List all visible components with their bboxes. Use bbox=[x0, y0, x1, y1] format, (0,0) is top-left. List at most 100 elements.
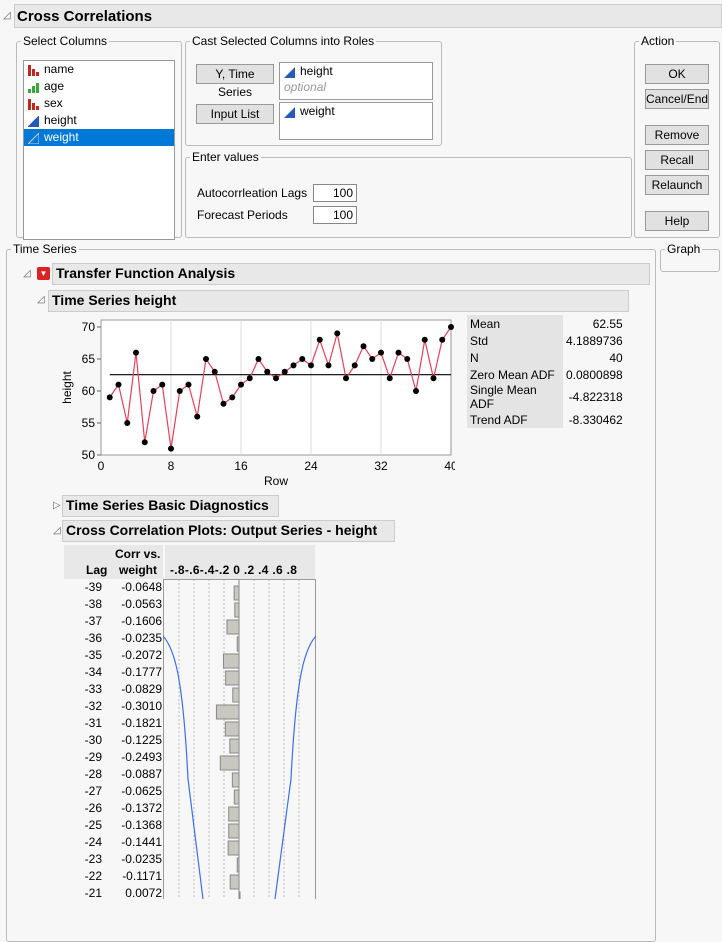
lag-value: -21 bbox=[84, 886, 102, 900]
data-point bbox=[133, 349, 139, 356]
data-point bbox=[273, 375, 279, 382]
stat-row: Trend ADF -8.330462 bbox=[467, 411, 626, 428]
lag-value: -31 bbox=[84, 716, 102, 730]
data-point bbox=[360, 343, 367, 350]
cc-table-row: -26 -0.1372 bbox=[64, 800, 164, 817]
ok-button[interactable]: OK bbox=[645, 64, 709, 84]
data-point bbox=[378, 349, 384, 356]
optional-hint: optional bbox=[284, 80, 327, 94]
y-tick-label: 70 bbox=[82, 320, 96, 334]
cc-table-row: -34 -0.1777 bbox=[64, 664, 164, 681]
red-triangle-menu-icon[interactable]: ▼ bbox=[37, 267, 50, 280]
cc-table-row: -32 -0.3010 bbox=[64, 698, 164, 715]
y-tick-label: 55 bbox=[82, 416, 96, 430]
stat-label: Mean bbox=[467, 315, 563, 332]
stat-row: Single Mean ADF -4.822318 bbox=[467, 383, 626, 411]
lag-value: -36 bbox=[84, 631, 102, 645]
x-axis-label: Row bbox=[264, 474, 288, 485]
cancel-button[interactable]: Cancel/End bbox=[645, 89, 709, 109]
stat-value: 40 bbox=[609, 350, 623, 365]
corr-bar bbox=[226, 619, 240, 635]
relaunch-button[interactable]: Relaunch bbox=[645, 175, 709, 195]
recall-button[interactable]: Recall bbox=[645, 150, 709, 170]
corr-bar bbox=[228, 806, 240, 822]
input-role-item[interactable]: weight bbox=[280, 103, 432, 120]
lag-value: -38 bbox=[84, 597, 102, 611]
data-point bbox=[176, 388, 183, 394]
cc-table-row: -31 -0.1821 bbox=[64, 715, 164, 732]
corr-bar bbox=[231, 772, 240, 788]
collapse-icon[interactable]: ◿ bbox=[3, 10, 11, 21]
ordinal-icon bbox=[28, 81, 39, 93]
corr-value: -0.0887 bbox=[121, 767, 162, 781]
select-columns-panel: Select Columns name age sex height weight bbox=[16, 34, 182, 240]
y-role-item[interactable]: height bbox=[280, 63, 432, 80]
corr-value: -0.2072 bbox=[121, 648, 162, 662]
collapse-icon[interactable]: ◿ bbox=[23, 268, 31, 279]
input-list-button[interactable]: Input List bbox=[196, 104, 274, 124]
continuous-icon bbox=[284, 106, 295, 118]
basic-diagnostics-header[interactable]: Time Series Basic Diagnostics bbox=[62, 495, 279, 517]
enter-values-panel: Enter values Autocorrleation Lags 100 Fo… bbox=[185, 150, 632, 238]
data-point bbox=[448, 324, 454, 330]
upper-confidence-curve bbox=[274, 635, 316, 899]
corr-value: -0.0235 bbox=[121, 852, 162, 866]
transfer-function-header[interactable]: Transfer Function Analysis bbox=[52, 263, 650, 285]
enter-values-legend: Enter values bbox=[192, 150, 259, 164]
collapse-icon[interactable]: ◿ bbox=[37, 294, 45, 305]
y-role-list[interactable]: height optional bbox=[279, 62, 433, 100]
y-time-series-button[interactable]: Y, Time Series bbox=[196, 64, 274, 99]
corr-value: -0.1225 bbox=[121, 733, 162, 747]
corr-bar bbox=[227, 840, 240, 856]
data-point bbox=[203, 356, 209, 362]
data-point bbox=[124, 420, 131, 426]
action-panel: Action OK Cancel/End Remove Recall Relau… bbox=[634, 34, 720, 238]
cc-table-row: -35 -0.2072 bbox=[64, 647, 164, 664]
cc-table-row: -36 -0.0235 bbox=[64, 630, 164, 647]
cc-table-row: -25 -0.1368 bbox=[64, 817, 164, 834]
column-item-weight[interactable]: weight bbox=[24, 129, 174, 146]
corr-bar bbox=[229, 738, 240, 754]
column-item-sex[interactable]: sex bbox=[24, 95, 174, 112]
time-series-height-header[interactable]: Time Series height bbox=[48, 290, 629, 312]
data-point bbox=[246, 375, 253, 382]
lag-value: -27 bbox=[84, 784, 102, 798]
data-point bbox=[299, 356, 306, 362]
lag-value: -23 bbox=[84, 852, 102, 866]
time-series-legend: Time Series bbox=[13, 242, 77, 256]
lag-value: -33 bbox=[84, 682, 102, 696]
stat-value: 62.55 bbox=[592, 316, 623, 331]
cross-correlation-header[interactable]: Cross Correlation Plots: Output Series -… bbox=[62, 520, 395, 542]
corr-bar bbox=[234, 602, 240, 618]
data-point bbox=[229, 394, 236, 401]
collapse-icon[interactable]: ◿ bbox=[53, 525, 61, 536]
stat-row: N 40 bbox=[467, 349, 626, 366]
column-item-height[interactable]: height bbox=[24, 112, 174, 129]
corr-value: -0.1372 bbox=[121, 801, 162, 815]
stat-label: Trend ADF bbox=[467, 411, 563, 428]
column-list[interactable]: name age sex height weight bbox=[23, 60, 175, 240]
autocorr-label: Autocorrleation Lags bbox=[197, 186, 308, 200]
column-item-name[interactable]: name bbox=[24, 61, 174, 78]
remove-button[interactable]: Remove bbox=[645, 125, 709, 145]
corr-bar bbox=[219, 755, 240, 771]
expand-icon[interactable]: ▷ bbox=[53, 500, 61, 511]
cc-table-row: -33 -0.0829 bbox=[64, 681, 164, 698]
corr-value: -0.1171 bbox=[122, 869, 162, 883]
corr-bar bbox=[229, 874, 240, 890]
x-tick-label: 8 bbox=[168, 459, 175, 473]
autocorr-lags-input[interactable]: 100 bbox=[313, 184, 357, 202]
column-item-age[interactable]: age bbox=[24, 78, 174, 95]
lag-value: -25 bbox=[84, 818, 102, 832]
select-columns-legend: Select Columns bbox=[23, 34, 108, 48]
corr-value: -0.0235 bbox=[121, 631, 162, 645]
lag-value: -24 bbox=[84, 835, 102, 849]
data-point bbox=[404, 356, 411, 362]
forecast-periods-input[interactable]: 100 bbox=[313, 206, 357, 224]
corr-value: -0.1821 bbox=[121, 716, 162, 730]
stat-label: Zero Mean ADF bbox=[467, 366, 563, 383]
data-point bbox=[115, 381, 122, 388]
lag-header: Lag bbox=[86, 563, 108, 577]
input-role-list[interactable]: weight bbox=[279, 102, 433, 140]
help-button[interactable]: Help bbox=[645, 211, 709, 231]
